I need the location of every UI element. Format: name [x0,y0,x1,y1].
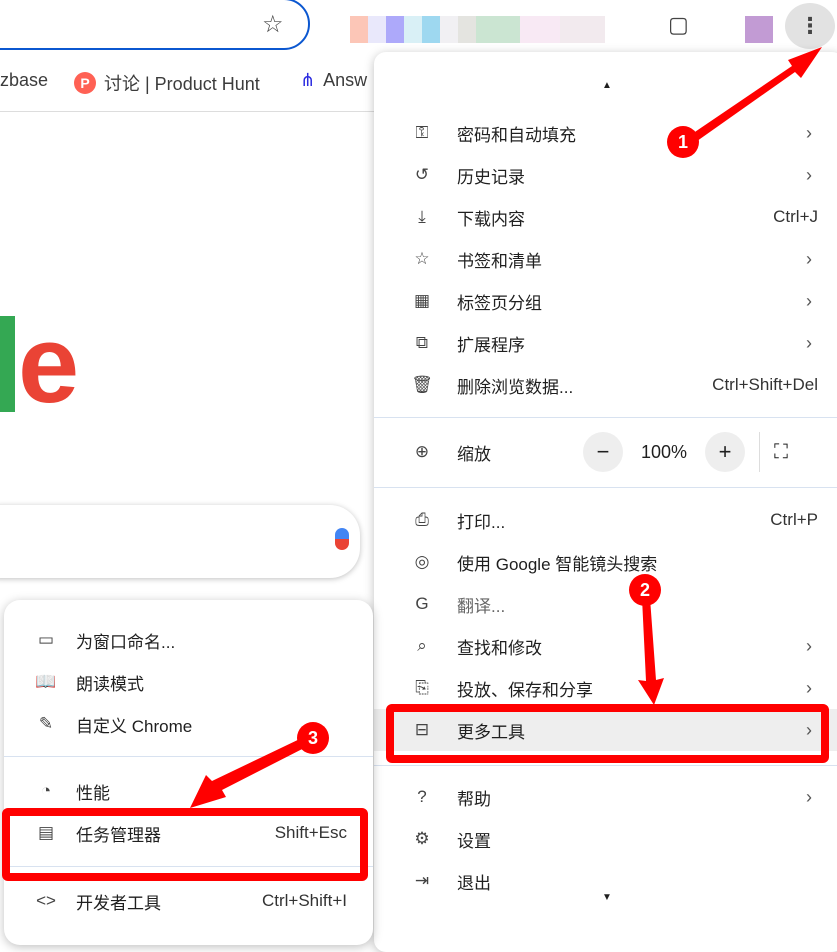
highlight-box-more-tools [386,704,829,763]
step-3-badge: 3 [297,722,329,754]
step-1-badge: 1 [667,126,699,158]
arrow-3 [190,736,312,808]
annotation-arrows [190,47,822,808]
step-2-badge: 2 [629,574,661,606]
highlight-box-task-manager [2,808,368,881]
arrow-1 [686,47,822,146]
arrow-2 [638,598,664,705]
